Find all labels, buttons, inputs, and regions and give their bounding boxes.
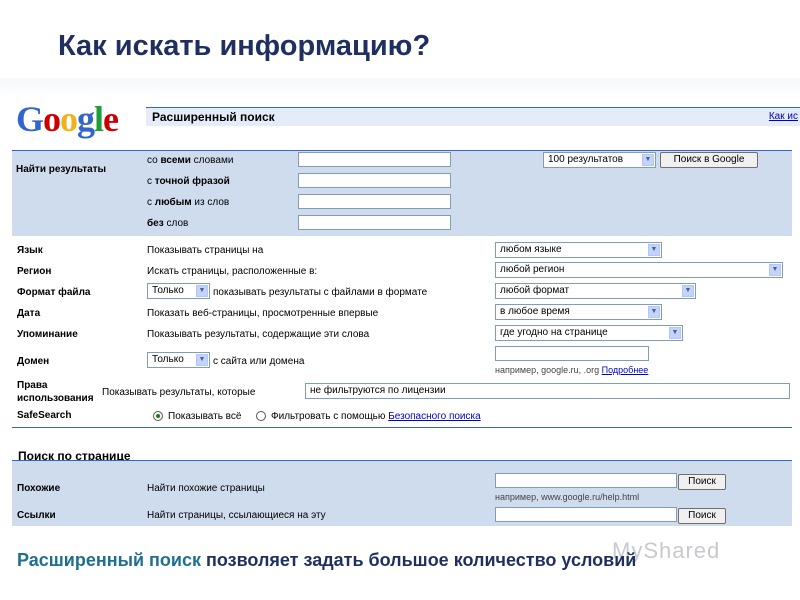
chevron-down-icon: ▼ [769, 264, 781, 276]
more-info-link[interactable]: Подробнее [602, 365, 649, 375]
domain-label: Домен [17, 356, 50, 367]
language-select[interactable]: любом языке ▼ [495, 242, 662, 258]
similar-label: Похожие [17, 483, 61, 494]
chevron-down-icon: ▼ [196, 285, 208, 297]
find-results-section: Найти результаты со всеми словами с точн… [12, 150, 792, 236]
page-title: Расширенный поиск [152, 110, 275, 124]
occurrence-select[interactable]: где угодно на странице ▼ [495, 325, 683, 341]
chevron-down-icon: ▼ [196, 354, 208, 366]
slide-title: Как искать информацию? [58, 30, 431, 62]
region-label: Регион [17, 266, 52, 277]
region-select[interactable]: любой регион ▼ [495, 262, 783, 278]
safesearch-show-all-radio[interactable] [153, 411, 163, 421]
safesearch-label: SafeSearch [17, 410, 72, 421]
rights-desc: Показывать результаты, которые [102, 387, 256, 398]
domain-input[interactable] [495, 346, 649, 361]
logo-letter: e [103, 99, 119, 139]
exact-phrase-input[interactable] [298, 173, 451, 188]
occurrence-desc: Показывать результаты, содержащие эти сл… [147, 329, 370, 340]
domain-mode-select[interactable]: Только ▼ [147, 352, 210, 368]
similar-desc: Найти похожие страницы [147, 483, 265, 494]
file-format-select[interactable]: любой формат ▼ [495, 283, 696, 299]
usage-rights-select[interactable]: не фильтруются по лицензии [305, 383, 790, 399]
file-format-value: любой формат [500, 285, 570, 296]
occurrence-label: Упоминание [17, 329, 78, 340]
find-without-words-label: без слов [147, 218, 189, 229]
find-exact-phrase-label: с точной фразой [147, 176, 230, 187]
page-header: Расширенный поиск Как ис [146, 107, 800, 126]
domain-hint: например, google.ru, .org Подробнее [495, 365, 649, 375]
all-words-input[interactable] [298, 152, 451, 167]
chevron-down-icon: ▼ [648, 244, 660, 256]
rights-label-line2: использования [17, 393, 94, 404]
logo-letter: o [43, 99, 61, 139]
any-words-input[interactable] [298, 194, 451, 209]
logo-letter: G [16, 99, 44, 139]
results-count-value: 100 результатов [548, 154, 624, 165]
language-label: Язык [17, 245, 43, 256]
file-format-mode-select[interactable]: Только ▼ [147, 283, 210, 299]
links-url-input[interactable] [495, 507, 677, 522]
date-desc: Показать веб-страницы, просмотренные впе… [147, 308, 379, 319]
safesearch-filter-label: Фильтровать с помощью Безопасного поиска [271, 411, 481, 422]
google-search-button[interactable]: Поиск в Google [660, 152, 758, 168]
date-value: в любое время [500, 306, 570, 317]
caption-rest: позволяет задать большое количество усло… [201, 550, 637, 570]
without-words-input[interactable] [298, 215, 451, 230]
safesearch-filter-radio[interactable] [256, 411, 266, 421]
chevron-down-icon: ▼ [669, 327, 681, 339]
slide-caption: Расширенный поиск позволяет задать больш… [17, 548, 717, 572]
similar-url-input[interactable] [495, 473, 677, 488]
file-format-label: Формат файла [17, 287, 91, 298]
find-all-words-label: со всеми словами [147, 155, 234, 166]
links-desc: Найти страницы, ссылающиеся на эту [147, 510, 326, 521]
google-logo: Google [16, 98, 119, 140]
language-value: любом языке [500, 244, 562, 255]
language-desc: Показывать страницы на [147, 245, 264, 256]
safe-search-link[interactable]: Безопасного поиска [388, 411, 481, 422]
region-value: любой регион [500, 264, 565, 275]
links-label: Ссылки [17, 510, 56, 521]
find-results-label: Найти результаты [16, 164, 107, 175]
logo-letter: l [94, 99, 104, 139]
logo-letter: o [60, 99, 78, 139]
chevron-down-icon: ▼ [682, 285, 694, 297]
usage-rights-value: не фильтруются по лицензии [310, 385, 446, 396]
similar-hint: например, www.google.ru/help.html [495, 492, 640, 502]
rights-label-line1: Права [17, 380, 48, 391]
help-link[interactable]: Как ис [769, 111, 798, 122]
date-select[interactable]: в любое время ▼ [495, 304, 662, 320]
similar-search-button[interactable]: Поиск [678, 474, 726, 490]
chevron-down-icon: ▼ [648, 306, 660, 318]
find-any-words-label: с любым из слов [147, 197, 230, 208]
logo-letter: g [77, 99, 95, 139]
date-label: Дата [17, 308, 41, 319]
safesearch-show-all-label: Показывать всё [168, 411, 242, 422]
domain-desc: с сайта или домена [213, 356, 305, 367]
file-format-mode-value: Только [152, 285, 184, 296]
section-divider [12, 427, 792, 428]
region-desc: Искать страницы, расположенные в: [147, 266, 318, 277]
file-format-desc: показывать результаты с файлами в формат… [213, 287, 428, 298]
domain-mode-value: Только [152, 354, 184, 365]
occurrence-value: где угодно на странице [500, 327, 608, 338]
links-search-button[interactable]: Поиск [678, 508, 726, 524]
caption-highlight: Расширенный поиск [17, 550, 201, 570]
google-advanced-search-screenshot: Google Расширенный поиск Как ис Найти ре… [10, 95, 800, 535]
chevron-down-icon: ▼ [642, 154, 654, 166]
results-count-select[interactable]: 100 результатов ▼ [543, 152, 656, 168]
